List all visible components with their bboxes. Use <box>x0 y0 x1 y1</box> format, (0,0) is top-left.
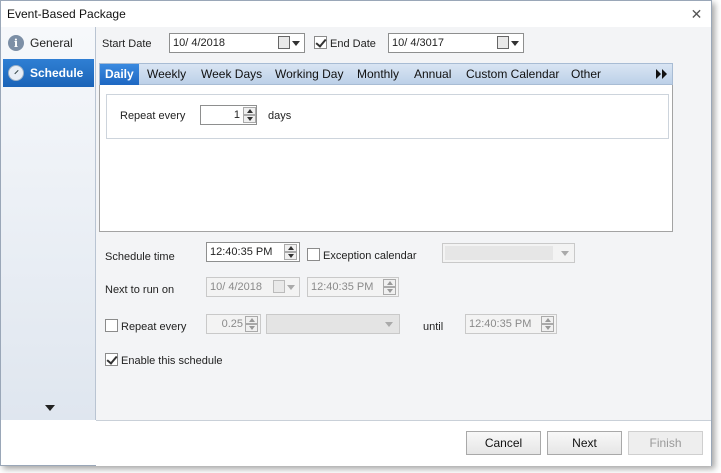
exception-calendar-checkbox[interactable] <box>307 248 320 261</box>
tab-custom-calendar[interactable]: Custom Calendar <box>461 64 564 85</box>
sidebar: i General Schedule <box>1 27 96 420</box>
repeat-days-value: 1 <box>233 109 240 121</box>
next-run-date-value: 10/ 4/2018 <box>210 281 262 293</box>
schedule-time-label: Schedule time <box>105 251 175 263</box>
window-title: Event-Based Package <box>7 7 126 21</box>
tab-week-days[interactable]: Week Days <box>196 64 267 85</box>
start-date-label: Start Date <box>102 38 152 50</box>
exception-calendar-label: Exception calendar <box>323 250 417 262</box>
tab-working-day[interactable]: Working Day <box>270 64 348 85</box>
schedule-time-value: 12:40:35 PM <box>210 246 273 258</box>
sidebar-scroll-down-icon[interactable] <box>45 405 55 411</box>
tab-weekly[interactable]: Weekly <box>142 64 191 85</box>
schedule-panel: Start Date 10/ 4/2018 End Date 10/ 4/301… <box>96 27 711 420</box>
select-fill <box>445 246 553 260</box>
dialog-window: Event-Based Package ✕ i General Schedule… <box>0 0 712 466</box>
schedule-tabs: Daily Weekly Week Days Working Day Month… <box>99 63 673 85</box>
repeat-unit-label: days <box>268 110 292 122</box>
until-time-field[interactable]: 12:40:35 PM <box>465 314 557 334</box>
chevron-down-icon[interactable] <box>385 322 393 327</box>
finish-button[interactable]: Finish <box>628 431 703 455</box>
next-run-date-picker[interactable]: 10/ 4/2018 <box>206 277 300 297</box>
end-date-label: End Date <box>330 38 376 50</box>
enable-schedule-checkbox[interactable] <box>105 353 118 366</box>
repeat-every-label: Repeat every <box>121 321 187 333</box>
calendar-icon[interactable] <box>278 36 290 49</box>
tab-daily[interactable]: Daily <box>100 64 139 85</box>
chevron-down-icon[interactable] <box>561 251 569 256</box>
tabs-scroll-right-icon[interactable] <box>656 69 668 79</box>
sidebar-item-label: General <box>30 36 73 50</box>
sidebar-item-general[interactable]: i General <box>3 29 94 57</box>
until-time-value: 12:40:35 PM <box>469 318 532 330</box>
clock-icon <box>8 65 24 81</box>
repeat-days-stepper[interactable]: 1 <box>200 105 257 125</box>
tab-monthly[interactable]: Monthly <box>352 64 404 85</box>
repeat-interval-value: 0.25 <box>221 318 243 330</box>
until-label: until <box>423 321 444 333</box>
chevron-down-icon[interactable] <box>292 41 300 46</box>
start-date-value: 10/ 4/2018 <box>173 37 225 49</box>
tab-other[interactable]: Other <box>566 64 606 85</box>
info-icon: i <box>8 35 24 51</box>
repeat-unit-select[interactable] <box>266 314 400 334</box>
end-date-value: 10/ 4/3017 <box>392 37 444 49</box>
next-run-time-field[interactable]: 12:40:35 PM <box>307 277 399 297</box>
schedule-time-field[interactable]: 12:40:35 PM <box>206 242 300 262</box>
tab-annual[interactable]: Annual <box>409 64 456 85</box>
chevron-down-icon[interactable] <box>287 285 295 290</box>
enable-schedule-label: Enable this schedule <box>121 355 223 367</box>
calendar-icon[interactable] <box>497 36 509 49</box>
repeat-every-label: Repeat every <box>120 110 186 122</box>
next-button[interactable]: Next <box>547 431 622 455</box>
stepper-arrows-icon[interactable] <box>243 107 256 123</box>
repeat-interval-stepper[interactable]: 0.25 <box>206 314 261 334</box>
tab-panel-daily: Repeat every 1 days <box>99 85 673 232</box>
exception-calendar-select[interactable] <box>442 243 575 263</box>
calendar-icon[interactable] <box>273 280 285 293</box>
end-date-checkbox[interactable] <box>314 36 327 49</box>
chevron-down-icon[interactable] <box>511 41 519 46</box>
stepper-arrows-icon[interactable] <box>284 244 297 260</box>
next-run-time-value: 12:40:35 PM <box>311 281 374 293</box>
cancel-button[interactable]: Cancel <box>466 431 541 455</box>
repeat-every-checkbox[interactable] <box>105 319 118 332</box>
end-date-picker[interactable]: 10/ 4/3017 <box>388 33 524 53</box>
sidebar-item-schedule[interactable]: Schedule <box>3 59 94 87</box>
next-run-label: Next to run on <box>105 284 175 296</box>
title-bar: Event-Based Package ✕ <box>1 1 711 27</box>
stepper-arrows-icon[interactable] <box>383 279 396 295</box>
close-icon[interactable]: ✕ <box>684 3 709 25</box>
sidebar-item-label: Schedule <box>30 66 84 80</box>
repeat-group: Repeat every 1 days <box>106 94 669 139</box>
stepper-arrows-icon[interactable] <box>541 316 554 332</box>
stepper-arrows-icon[interactable] <box>245 316 258 332</box>
start-date-picker[interactable]: 10/ 4/2018 <box>169 33 305 53</box>
dialog-footer: Cancel Next Finish <box>96 420 711 466</box>
